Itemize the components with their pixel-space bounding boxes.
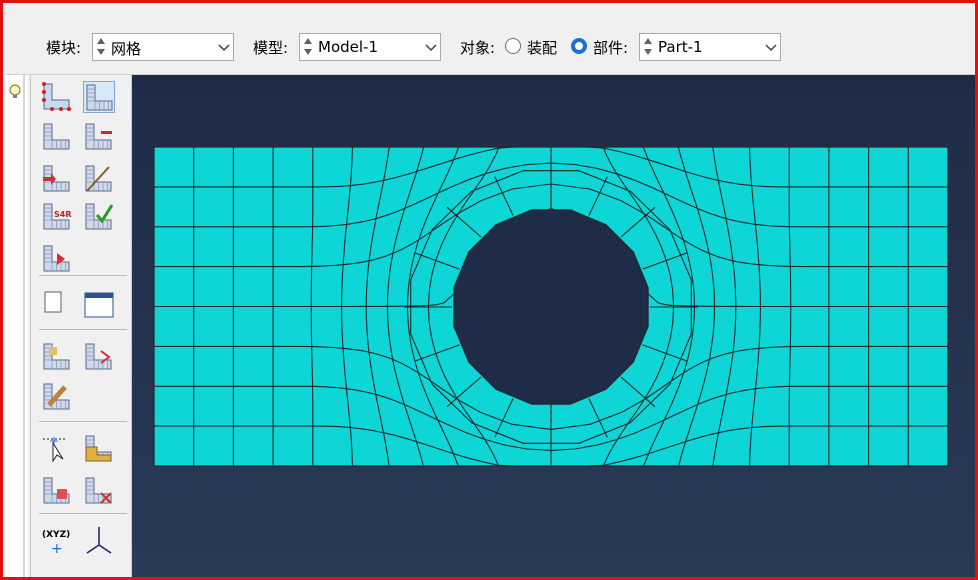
svg-text:+: + <box>51 541 63 557</box>
chevron-down-icon[interactable] <box>217 36 231 58</box>
model-select[interactable]: Model-1 <box>299 33 441 61</box>
part-radio[interactable] <box>571 38 587 54</box>
verify-mesh-icon[interactable] <box>83 201 115 233</box>
toolbox-separator <box>39 421 127 422</box>
module-label: 模块: <box>46 39 82 57</box>
toolbox-separator <box>39 513 127 514</box>
graphics-viewport[interactable] <box>132 75 975 577</box>
object-label: 对象: <box>460 39 496 57</box>
mesh-part-icon[interactable] <box>41 121 73 153</box>
part-value: Part-1 <box>658 38 703 56</box>
context-toolbar: 模块: 网格 模型: Model-1 对象: 装配 部件: Part-1 <box>6 24 975 75</box>
datum-point-icon[interactable]: (XYZ) + <box>41 525 73 557</box>
query-mesh-icon[interactable] <box>41 289 73 321</box>
mesh-toolbox: S4R + (XYZ) + <box>30 75 132 577</box>
mesh-controls-icon[interactable] <box>41 243 73 275</box>
select-node-icon[interactable]: + <box>41 433 73 465</box>
model-value: Model-1 <box>318 38 378 56</box>
mesh-region-icon[interactable] <box>83 121 115 153</box>
mesh-plot <box>153 146 949 467</box>
model-tree-edge <box>6 75 28 577</box>
svg-text:+: + <box>49 434 59 448</box>
lightbulb-icon[interactable] <box>9 83 23 105</box>
mesh-hole <box>453 209 649 405</box>
part-radio-label: 部件: <box>593 39 629 57</box>
application-frame: 模块: 网格 模型: Model-1 对象: 装配 部件: Part-1 S4R… <box>0 0 978 580</box>
delete-mesh-icon[interactable] <box>41 163 73 195</box>
seed-part-icon[interactable] <box>41 81 73 113</box>
svg-text:S4R: S4R <box>54 210 72 219</box>
spinner-arrows-icon[interactable] <box>302 36 314 58</box>
combine-icon[interactable] <box>41 475 73 507</box>
mesh-stats-icon[interactable] <box>83 289 115 321</box>
datum-axis-icon[interactable] <box>83 525 115 557</box>
part-select[interactable]: Part-1 <box>639 33 781 61</box>
element-type-icon[interactable]: S4R <box>41 201 73 233</box>
split-icon[interactable] <box>83 475 115 507</box>
chevron-down-icon[interactable] <box>764 36 778 58</box>
spinner-arrows-icon[interactable] <box>95 36 107 58</box>
model-label: 模型: <box>253 39 289 57</box>
partition-icon[interactable] <box>83 163 115 195</box>
module-value: 网格 <box>111 40 142 58</box>
toolbox-separator <box>39 275 127 276</box>
svg-text:(XYZ): (XYZ) <box>42 530 70 540</box>
virtual-topology-icon[interactable] <box>41 381 73 413</box>
remesh-icon[interactable] <box>83 341 115 373</box>
toolbox-separator <box>39 329 127 330</box>
seed-edges-icon[interactable] <box>83 81 115 113</box>
assembly-radio-label: 装配 <box>527 39 558 57</box>
assembly-radio[interactable] <box>505 38 521 54</box>
module-select[interactable]: 网格 <box>92 33 234 61</box>
chevron-down-icon[interactable] <box>424 36 438 58</box>
edit-mesh-icon[interactable] <box>41 341 73 373</box>
create-part-icon[interactable] <box>83 433 115 465</box>
spinner-arrows-icon[interactable] <box>642 36 654 58</box>
